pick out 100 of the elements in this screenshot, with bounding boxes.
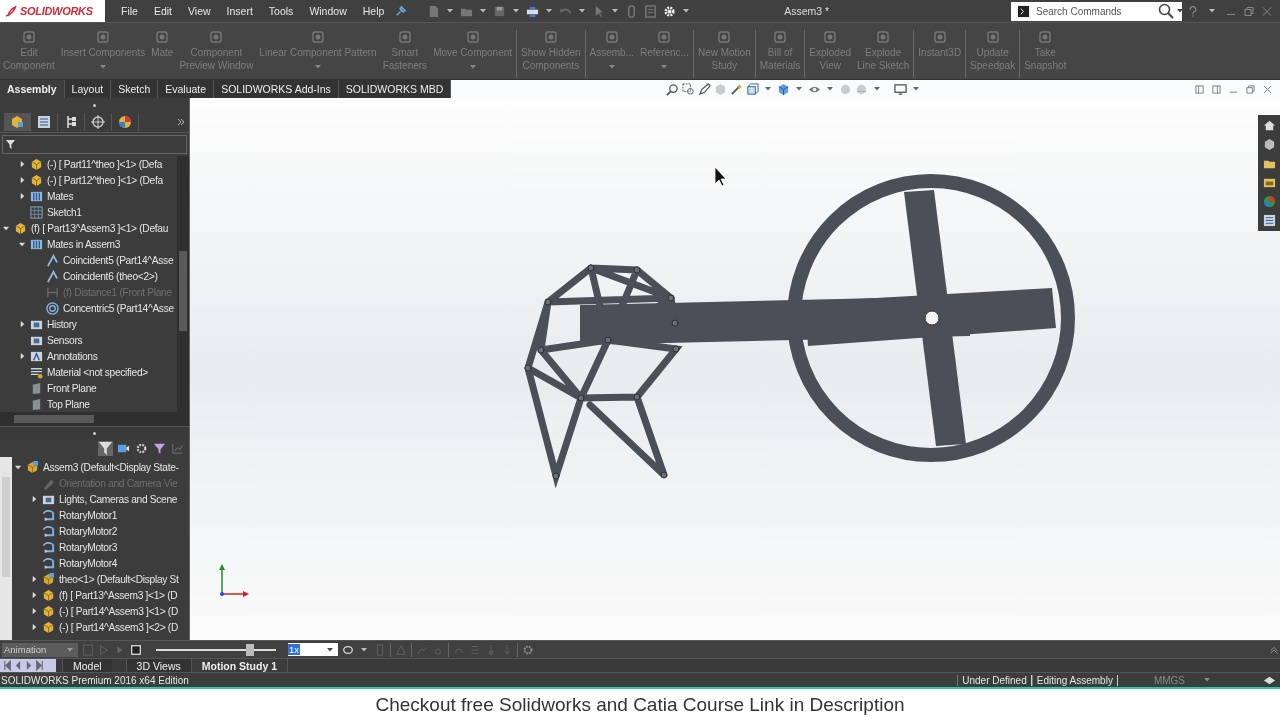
tab[interactable]: 3D Views bbox=[125, 659, 191, 672]
caret-icon[interactable] bbox=[1209, 9, 1215, 13]
expanded-arrow-icon[interactable] bbox=[19, 240, 26, 248]
scrollbar[interactable] bbox=[177, 156, 189, 412]
tree-item[interactable]: History bbox=[47, 318, 77, 330]
caret-icon[interactable] bbox=[765, 87, 772, 91]
tree-item[interactable]: RotaryMotor1 bbox=[59, 509, 118, 521]
search-box[interactable]: Search Commands bbox=[1011, 1, 1182, 21]
chevron-icon[interactable] bbox=[177, 118, 185, 126]
caret-icon[interactable] bbox=[683, 9, 690, 13]
tree-item[interactable]: Coincident6 (theo<2>) bbox=[63, 270, 158, 282]
menu-item[interactable]: Tools bbox=[260, 5, 302, 17]
tab[interactable]: Model bbox=[62, 659, 112, 672]
cube-icon[interactable] bbox=[1262, 138, 1276, 151]
tree-item[interactable]: (f) [ Part13^Assem3 ]<1> (Defau bbox=[31, 222, 169, 234]
help-icon[interactable] bbox=[1188, 5, 1198, 17]
wand-icon[interactable] bbox=[730, 82, 744, 96]
stop-icon[interactable] bbox=[130, 643, 142, 656]
tree-item[interactable]: Material <not specified> bbox=[47, 366, 148, 378]
collapsed-arrow-icon[interactable] bbox=[31, 591, 38, 599]
printer-icon[interactable] bbox=[526, 4, 540, 18]
collapsed-arrow-icon[interactable] bbox=[19, 352, 26, 360]
tree-item[interactable]: Mates in Assem3 bbox=[47, 238, 121, 250]
tab[interactable]: SOLIDWORKS Add-Ins bbox=[214, 80, 339, 98]
tree-item[interactable]: (-) [ Part12^theo ]<1> (Defa bbox=[47, 174, 163, 186]
zoom-icon[interactable] bbox=[666, 82, 680, 96]
caret-icon[interactable] bbox=[913, 87, 920, 91]
filter-icon[interactable] bbox=[98, 440, 113, 456]
tree-item[interactable]: (-) [ Part14^Assem3 ]<2> (D bbox=[59, 621, 178, 633]
menu-item[interactable]: File bbox=[105, 5, 146, 17]
cube-icon[interactable] bbox=[746, 82, 760, 96]
caret-icon[interactable] bbox=[327, 647, 333, 652]
caret-icon[interactable] bbox=[480, 9, 487, 13]
loop-icon[interactable] bbox=[342, 643, 354, 656]
tree-item[interactable]: Coincident5 (Part14^Asse bbox=[63, 254, 174, 266]
close-icon[interactable] bbox=[1263, 84, 1272, 94]
tree-item[interactable]: Mates bbox=[47, 190, 74, 202]
list-icon[interactable] bbox=[1262, 214, 1276, 227]
restore-icon[interactable] bbox=[1244, 5, 1254, 17]
tree-item[interactable]: Top Plane bbox=[47, 398, 90, 410]
collapsed-arrow-icon[interactable] bbox=[31, 575, 38, 583]
caret-icon[interactable] bbox=[874, 87, 881, 91]
collapsed-arrow-icon[interactable] bbox=[31, 495, 38, 503]
tab[interactable]: Sketch bbox=[111, 80, 159, 98]
menu-item[interactable]: Edit bbox=[145, 5, 180, 17]
tree-item[interactable]: (-) [ Part14^Assem3 ]<1> (D bbox=[59, 605, 178, 617]
menu-item[interactable]: Insert bbox=[218, 5, 261, 17]
zoom-area-icon[interactable] bbox=[682, 82, 696, 96]
tree-item[interactable]: (-) [ Part11^theo ]<1> (Defa bbox=[47, 158, 163, 170]
monitor-icon[interactable] bbox=[894, 82, 908, 96]
home-icon[interactable] bbox=[1262, 119, 1276, 132]
cube-icon[interactable] bbox=[777, 82, 791, 96]
tree-item[interactable]: Sketch1 bbox=[47, 206, 82, 218]
caret-icon[interactable] bbox=[579, 9, 586, 13]
collapsed-arrow-icon[interactable] bbox=[19, 192, 26, 200]
caret-icon[interactable] bbox=[827, 87, 834, 91]
cube-icon[interactable] bbox=[4, 113, 31, 131]
tree-item[interactable]: RotaryMotor3 bbox=[59, 541, 118, 553]
collapsed-arrow-icon[interactable] bbox=[19, 160, 26, 168]
caret-icon[interactable] bbox=[513, 9, 520, 13]
color-wheel-icon[interactable] bbox=[1262, 195, 1276, 208]
scrollbar[interactable] bbox=[0, 412, 189, 426]
speed-dropdown[interactable]: 1x bbox=[288, 643, 338, 656]
collapsed-arrow-icon[interactable] bbox=[19, 320, 26, 328]
tab[interactable]: Motion Study 1 bbox=[190, 659, 289, 672]
tab[interactable]: SOLIDWORKS MBD bbox=[338, 80, 452, 98]
timeline-slider[interactable] bbox=[156, 642, 276, 657]
last-icon[interactable] bbox=[35, 660, 45, 671]
tree-item[interactable]: Assem3 (Default<Display State- bbox=[43, 461, 179, 473]
scrollbar[interactable] bbox=[0, 457, 12, 640]
tree-item[interactable]: RotaryMotor4 bbox=[59, 557, 118, 569]
tree-item[interactable]: RotaryMotor2 bbox=[59, 525, 118, 537]
collapsed-arrow-icon[interactable] bbox=[31, 623, 38, 631]
folder-icon[interactable] bbox=[1262, 176, 1276, 189]
study-type-dropdown[interactable]: Animation bbox=[2, 642, 78, 657]
tree-item[interactable]: Annotations bbox=[47, 350, 98, 362]
tree-item[interactable]: theo<1> (Default<Display St bbox=[59, 573, 179, 585]
caret-icon[interactable] bbox=[612, 9, 619, 13]
tree-item[interactable]: Concentric5 (Part14^Asse bbox=[63, 302, 174, 314]
next-icon[interactable] bbox=[24, 660, 34, 671]
filter-icon[interactable] bbox=[6, 140, 15, 149]
tab[interactable]: Evaluate bbox=[158, 80, 215, 98]
previous-icon[interactable] bbox=[13, 660, 23, 671]
pin-icon[interactable] bbox=[394, 4, 408, 18]
first-icon[interactable] bbox=[2, 660, 12, 671]
tree-item[interactable]: Front Plane bbox=[47, 382, 97, 394]
caret-icon[interactable] bbox=[796, 87, 803, 91]
caret-icon[interactable] bbox=[361, 647, 367, 652]
split-view-icon[interactable] bbox=[1195, 84, 1204, 94]
menu-item[interactable]: View bbox=[180, 5, 219, 17]
menu-item[interactable]: Help bbox=[354, 5, 393, 17]
tree-item[interactable]: (f) [ Part13^Assem3 ]<1> (D bbox=[59, 589, 178, 601]
tree-item[interactable]: Sensors bbox=[47, 334, 83, 346]
slider-thumb[interactable] bbox=[245, 643, 254, 656]
caret-icon[interactable] bbox=[546, 9, 553, 13]
collapsed-arrow-icon[interactable] bbox=[31, 607, 38, 615]
expanded-arrow-icon[interactable] bbox=[3, 224, 10, 232]
tab[interactable]: Layout bbox=[64, 80, 112, 98]
pencil-icon[interactable] bbox=[698, 82, 712, 96]
menu-item[interactable]: Window bbox=[301, 5, 355, 17]
